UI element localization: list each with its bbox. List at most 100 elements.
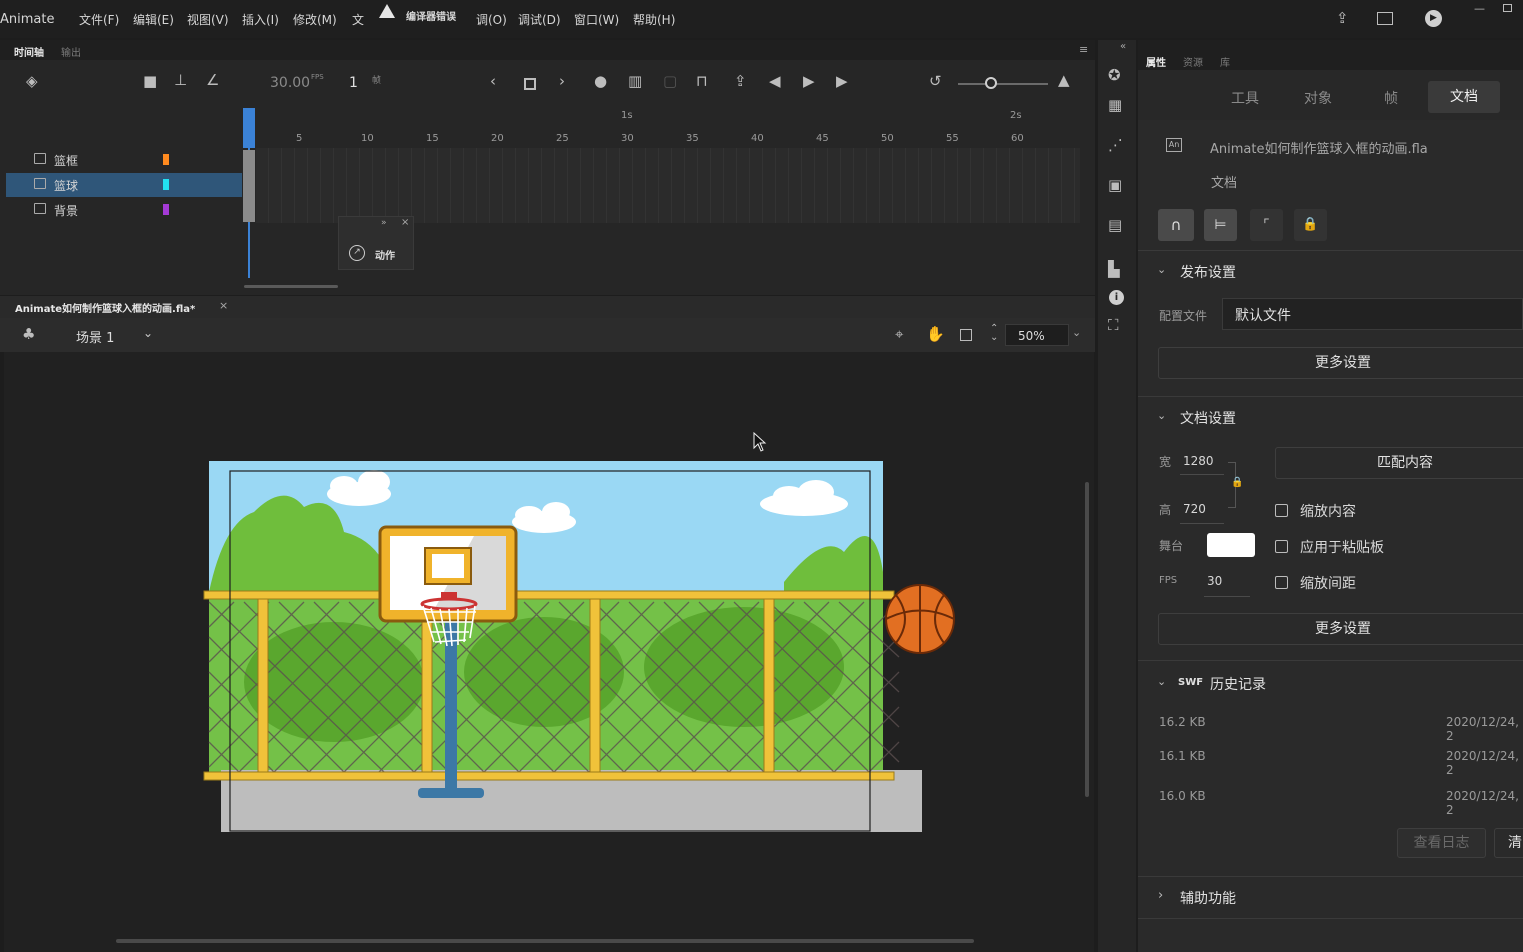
menu-text[interactable]: 文 [352,11,364,28]
apply-pasteboard-label[interactable]: 应用于粘贴板 [1300,537,1384,557]
doc-more-button[interactable]: 更多设置 [1158,613,1523,645]
menu-debug[interactable]: 调试(D) [518,11,561,28]
publish-more-button[interactable]: 更多设置 [1158,347,1523,379]
document-tab[interactable]: Animate如何制作篮球入框的动画.fla* [15,300,195,315]
document-settings-title[interactable]: 文档设置 [1180,408,1236,428]
swf-history-title[interactable]: 历史记录 [1210,674,1266,694]
stage-artwork[interactable] [184,452,974,852]
maximize-icon[interactable] [1503,4,1512,12]
tab-assets[interactable]: 资源 [1183,54,1203,69]
publish-settings-title[interactable]: 发布设置 [1180,262,1236,282]
expand-icon[interactable]: » [381,218,387,228]
menu-window[interactable]: 窗口(W) [574,11,619,28]
library-icon[interactable]: ▣ [1108,176,1122,194]
first-frame-icon[interactable]: ◀ [769,72,781,90]
menu-insert[interactable]: 插入(I) [242,11,279,28]
scale-content-label[interactable]: 缩放内容 [1300,501,1356,521]
scale-spacing-checkbox[interactable] [1275,576,1288,589]
swatches-icon[interactable]: ▦ [1108,96,1122,114]
actions-panel[interactable]: » × ↗ 动作 [338,216,414,270]
link-lock-icon[interactable]: 🔒 [1231,477,1243,488]
ruler-icon[interactable]: ⌜ [1250,209,1283,241]
close-icon[interactable]: × [401,217,409,228]
prev-keyframe-icon[interactable]: ‹ [490,72,496,90]
next-keyframe-icon[interactable]: › [559,72,565,90]
tween-icon[interactable]: ⊓ [696,72,708,90]
subtab-object[interactable]: 对象 [1304,88,1332,108]
fps-input[interactable]: 30 [1207,574,1222,588]
center-stage-icon[interactable]: ⌖ [895,325,903,343]
layer-name[interactable]: 篮球 [54,177,78,194]
stage-color-swatch[interactable] [1207,533,1255,557]
align-icon[interactable]: ▙ [1108,260,1120,278]
keyframe-column[interactable] [243,150,255,222]
zoom-slider-track[interactable] [958,83,1048,85]
layer-color[interactable] [163,154,169,165]
subtab-document[interactable]: 文档 [1428,81,1500,113]
share-icon[interactable]: ⇪ [1336,9,1349,27]
info-icon[interactable]: i [1109,290,1124,305]
loop-icon[interactable]: ⇪ [734,72,747,90]
clip-icon[interactable] [960,329,972,341]
mountain-icon[interactable]: ▲ [1058,71,1070,89]
accessibility-title[interactable]: 辅助功能 [1180,888,1236,908]
frame-grid[interactable] [256,148,1080,223]
layers-icon[interactable]: ◈ [26,72,38,90]
close-tab-icon[interactable]: × [219,299,228,312]
last-frame-icon[interactable]: ▶ [836,72,848,90]
compiler-warning[interactable]: 编译器错误 [406,8,456,23]
onion-skin-icon[interactable]: ● [594,72,607,90]
width-input[interactable]: 1280 [1183,454,1214,468]
menu-help[interactable]: 帮助(H) [633,11,675,28]
stage-hscrollbar[interactable] [116,939,974,943]
menu-modify[interactable]: 修改(M) [293,11,337,28]
playhead[interactable] [243,108,255,148]
components-icon[interactable]: ▤ [1108,216,1122,234]
panel-menu-icon[interactable]: ≡ [1079,43,1088,56]
menu-view[interactable]: 视图(V) [187,11,229,28]
stepper-icon[interactable]: ⌃ ⌄ [990,324,998,343]
chevron-down-icon[interactable]: ⌄ [1157,675,1166,688]
tab-library[interactable]: 库 [1220,54,1230,69]
zoom-slider-handle[interactable] [985,77,997,89]
insert-keyframe-icon[interactable] [524,78,536,90]
timeline-scrollbar[interactable] [244,285,338,288]
tab-output[interactable]: 输出 [61,44,81,59]
workspace-icon[interactable] [1377,12,1393,25]
stage-vscrollbar[interactable] [1085,482,1089,797]
layer-name[interactable]: 篮框 [54,152,78,169]
clear-button[interactable]: 清 [1494,828,1523,858]
transform-icon[interactable]: ⛶ [1108,316,1119,334]
height-input[interactable]: 720 [1183,502,1206,516]
tab-properties[interactable]: 属性 [1146,54,1166,69]
zoom-input[interactable]: 50% [1005,324,1069,346]
chevron-down-icon[interactable]: ⌄ [1157,263,1166,276]
edit-multiple-icon[interactable]: ▢ [663,72,677,90]
menu-edit[interactable]: 编辑(E) [133,11,174,28]
color-palette-icon[interactable]: ✪ [1108,66,1121,84]
menu-file[interactable]: 文件(F) [79,11,119,28]
magnet-icon[interactable]: ∩ [1158,209,1194,241]
onion-outline-icon[interactable]: ▥ [628,72,642,90]
undo-icon[interactable]: ↺ [929,72,942,90]
tab-timeline[interactable]: 时间轴 [14,44,44,59]
graph-icon[interactable]: ∠ [206,71,219,89]
view-log-button[interactable]: 查看日志 [1397,828,1486,858]
snap-icon[interactable]: ⊨ [1204,209,1237,241]
hand-icon[interactable]: ✋ [926,325,945,343]
scale-content-checkbox[interactable] [1275,504,1288,517]
scene-icon[interactable]: ♣ [22,325,35,343]
chevron-down-icon[interactable]: ⌄ [1157,409,1166,422]
stage-area[interactable] [4,352,1094,952]
guide-lock-icon[interactable]: 🔒 [1294,209,1327,241]
chevron-right-icon[interactable]: › [1158,888,1163,903]
fps-value[interactable]: 30.00 [270,75,310,91]
match-contents-button[interactable]: 匹配内容 [1275,447,1523,479]
layer-color[interactable] [163,179,169,190]
chevron-down-icon[interactable]: ⌄ [143,326,153,340]
subtab-frame[interactable]: 帧 [1384,88,1398,108]
collapse-icon[interactable]: « [1120,41,1126,52]
minimize-icon[interactable]: — [1474,2,1485,15]
profile-select[interactable]: 默认文件 [1222,298,1523,330]
layer-row-selected[interactable]: 篮球 [6,173,242,197]
